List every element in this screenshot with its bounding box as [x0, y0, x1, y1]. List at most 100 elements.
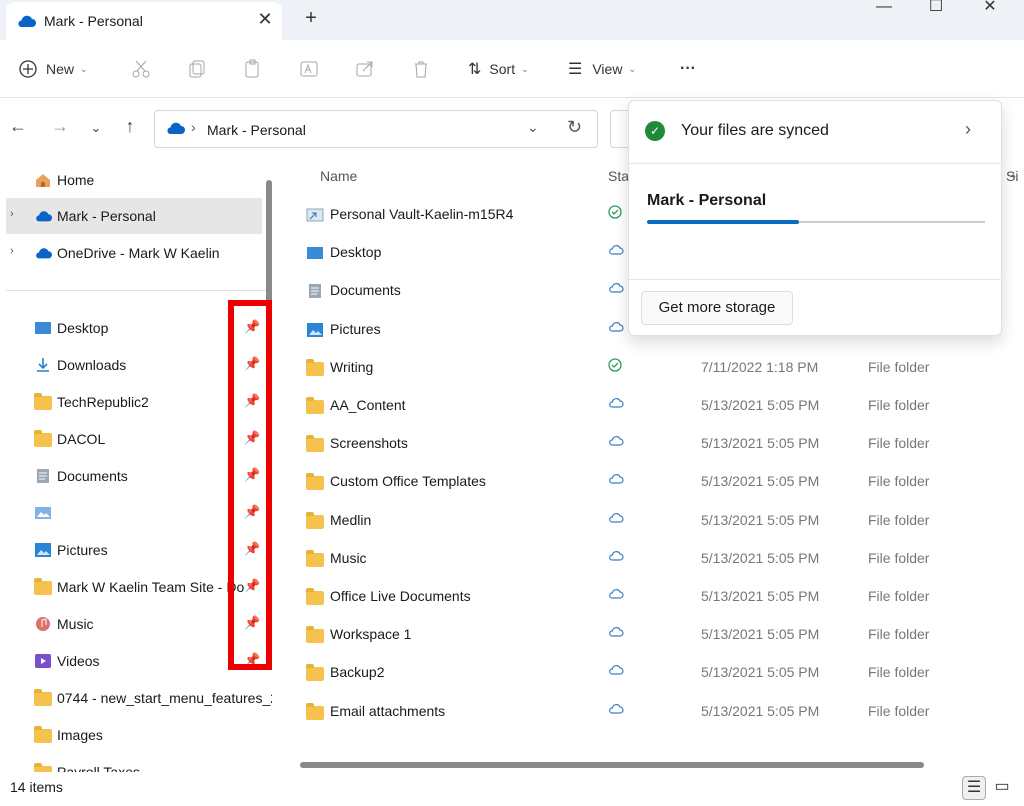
- file-name: Pictures: [330, 320, 381, 337]
- close-window-button[interactable]: ✕: [970, 0, 1010, 20]
- onedrive-sync-flyout: ✓ Your files are synced › Mark - Persona…: [628, 100, 1003, 336]
- delete-icon[interactable]: [410, 58, 432, 80]
- sidebar-item-images[interactable]: Images: [0, 717, 272, 753]
- onedrive-icon: [165, 121, 185, 140]
- sidebar-item-label: Mark - Personal: [57, 208, 156, 224]
- cloud-only-icon: [608, 625, 624, 641]
- file-row[interactable]: Screenshots 5/13/2021 5:05 PM File folder: [286, 424, 1006, 462]
- folder-icon: [34, 726, 52, 743]
- new-label: New: [46, 61, 75, 77]
- tab-mark-personal[interactable]: Mark - Personal ✕: [6, 2, 282, 40]
- address-bar[interactable]: › Mark - Personal ⌄ ↻: [154, 110, 598, 148]
- recent-locations-chevron-icon[interactable]: ⌄: [84, 120, 108, 136]
- get-more-storage-button[interactable]: Get more storage: [641, 291, 793, 325]
- file-type: File folder: [868, 702, 930, 719]
- sidebar-item-home[interactable]: Home: [0, 162, 272, 198]
- file-row[interactable]: Music 5/13/2021 5:05 PM File folder: [286, 539, 1006, 577]
- file-type: File folder: [868, 626, 930, 643]
- file-row[interactable]: Custom Office Templates 5/13/2021 5:05 PM…: [286, 462, 1006, 500]
- address-dropdown-icon[interactable]: ⌄: [527, 119, 539, 136]
- sidebar-item-label: 0744 - new_start_menu_features_2: [57, 690, 272, 706]
- file-name: Personal Vault-Kaelin-m15R4: [330, 206, 514, 222]
- horizontal-scrollbar[interactable]: [300, 762, 924, 768]
- file-name: Screenshots: [330, 435, 408, 452]
- file-type: File folder: [868, 588, 930, 604]
- minimize-button[interactable]: —: [864, 0, 904, 20]
- file-row[interactable]: AA_Content 5/13/2021 5:05 PM File folder: [286, 386, 1006, 424]
- chevron-right-icon[interactable]: ›: [965, 119, 971, 140]
- file-date-modified: 5/13/2021 5:05 PM: [701, 435, 820, 452]
- file-name: Writing: [330, 358, 374, 375]
- file-row[interactable]: Medlin 5/13/2021 5:05 PM File folder: [286, 501, 1006, 539]
- cloud-only-icon: [608, 511, 624, 527]
- file-row[interactable]: Email attachments 5/13/2021 5:05 PM File f…: [286, 692, 1006, 730]
- file-name: Documents: [330, 282, 401, 299]
- sidebar-item-label: Pictures: [57, 542, 108, 558]
- see-more-button[interactable]: ···: [680, 54, 696, 84]
- cut-icon[interactable]: [130, 58, 152, 80]
- sidebar-item-mark-personal[interactable]: › Mark - Personal: [6, 198, 262, 234]
- share-icon[interactable]: [354, 58, 376, 80]
- synced-check-icon: [608, 205, 622, 222]
- file-row[interactable]: Workspace 1 5/13/2021 5:05 PM File folder: [286, 615, 1006, 653]
- paste-icon[interactable]: [242, 58, 264, 80]
- folder-icon: [34, 393, 52, 410]
- column-header-name[interactable]: Name: [320, 168, 357, 184]
- cloud-only-icon: [608, 320, 624, 336]
- pictures-icon: [306, 322, 324, 341]
- file-name: Backup2: [330, 664, 385, 681]
- sort-up-icon: ⌃: [1008, 172, 1019, 186]
- cloud-only-icon: [608, 549, 624, 565]
- expand-chevron-icon[interactable]: ›: [10, 208, 14, 220]
- sidebar-item-label: DACOL: [57, 431, 106, 447]
- expand-chevron-icon[interactable]: ›: [10, 245, 14, 257]
- up-arrow-icon[interactable]: ↑: [118, 116, 142, 137]
- new-tab-button[interactable]: +: [298, 7, 324, 31]
- file-row[interactable]: Writing 7/11/2022 1:18 PM File folder: [286, 348, 1006, 386]
- cloud-only-icon: [608, 587, 624, 603]
- cloud-only-icon: [608, 702, 624, 718]
- sidebar-item-label: Documents: [57, 468, 128, 484]
- file-row[interactable]: Backup2 5/13/2021 5:05 PM File folder: [286, 653, 1006, 691]
- sidebar-item-onedrive-business[interactable]: › OneDrive - Mark W Kaelin: [0, 235, 272, 271]
- cloud-only-icon: [608, 434, 624, 450]
- music-icon: [36, 617, 50, 631]
- view-button[interactable]: ☰ View ⌄: [568, 54, 636, 84]
- large-icons-view-icon[interactable]: ▭: [990, 776, 1014, 800]
- folder-icon: [306, 397, 324, 414]
- file-date-modified: 5/13/2021 5:05 PM: [701, 588, 820, 604]
- refresh-icon[interactable]: ↻: [567, 117, 582, 138]
- sidebar-item-label: Music: [57, 616, 94, 632]
- file-date-modified: 5/13/2021 5:05 PM: [701, 549, 820, 566]
- details-view-icon[interactable]: ☰: [962, 776, 986, 800]
- folder-icon: [34, 430, 52, 447]
- folder-icon: [306, 588, 324, 605]
- close-tab-icon[interactable]: ✕: [254, 8, 276, 30]
- new-button[interactable]: New ⌄: [18, 54, 88, 84]
- sync-status-text[interactable]: Your files are synced: [681, 122, 829, 140]
- file-name: Workspace 1: [330, 626, 412, 643]
- sort-button[interactable]: ⇅ Sort ⌄: [468, 54, 529, 84]
- file-date-modified: 7/11/2022 1:18 PM: [701, 358, 819, 375]
- documents-icon: [37, 469, 49, 483]
- folder-icon: [34, 689, 52, 706]
- image-icon: [35, 507, 51, 519]
- sidebar-item-payroll-taxes[interactable]: Payroll Taxes: [0, 754, 272, 772]
- file-date-modified: 5/13/2021 5:05 PM: [701, 473, 820, 490]
- file-row[interactable]: Office Live Documents 5/13/2021 5:05 PM Fi…: [286, 577, 1006, 615]
- forward-arrow-icon[interactable]: →: [48, 116, 72, 137]
- column-header-status[interactable]: Sta: [608, 168, 629, 184]
- back-arrow-icon[interactable]: ←: [6, 116, 30, 137]
- folder-icon: [34, 763, 52, 772]
- rename-icon[interactable]: [298, 58, 320, 80]
- maximize-button[interactable]: ☐: [916, 0, 956, 20]
- sidebar-item-0744[interactable]: 0744 - new_start_menu_features_2: [0, 680, 272, 716]
- folder-icon: [306, 664, 324, 682]
- breadcrumb[interactable]: Mark - Personal: [207, 122, 306, 138]
- folder-icon: [306, 435, 324, 453]
- sort-icon: ⇅: [468, 61, 482, 78]
- copy-icon[interactable]: [186, 58, 208, 80]
- folder-icon: [306, 626, 324, 644]
- sidebar-item-label: Downloads: [57, 357, 127, 373]
- sidebar-item-label: Desktop: [57, 320, 109, 336]
